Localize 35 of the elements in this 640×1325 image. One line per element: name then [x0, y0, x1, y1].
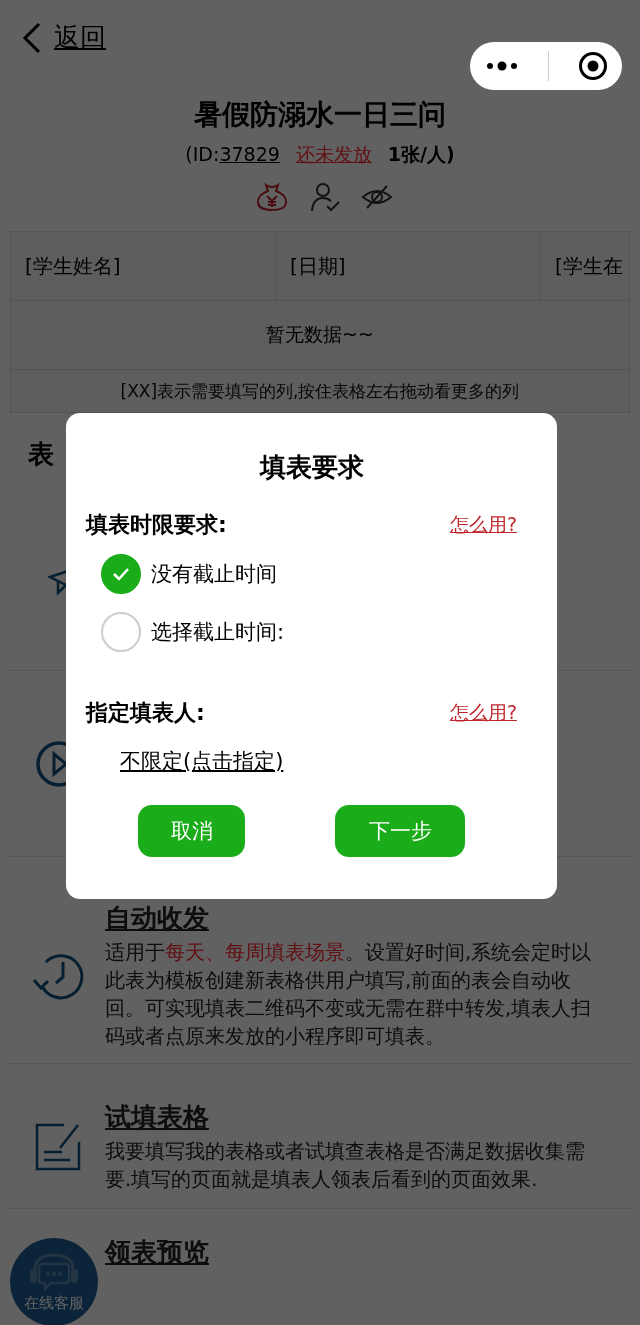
- option-label[interactable]: 选择截止时间:: [151, 618, 285, 646]
- assignee-heading: 指定填表人:: [86, 699, 205, 727]
- status-link[interactable]: 还未发放: [295, 143, 372, 165]
- empty-message: 暂无数据~~: [11, 300, 629, 369]
- form-id-link[interactable]: 37829: [219, 143, 280, 165]
- feature-title-link[interactable]: 领表预览: [105, 1235, 209, 1269]
- user-check-icon[interactable]: [309, 181, 341, 213]
- deadline-heading: 填表时限要求:: [86, 511, 227, 539]
- form-meta: (ID:37829 还未发放 1张/人): [184, 142, 456, 167]
- close-target-icon[interactable]: [577, 51, 608, 81]
- feature-title-link[interactable]: 试填表格: [105, 1100, 209, 1134]
- assignee-link[interactable]: 不限定(点击指定): [120, 747, 284, 775]
- column-header: [学生在: [554, 252, 624, 280]
- customer-service-button[interactable]: 在线客服: [10, 1238, 98, 1325]
- radio-button[interactable]: [101, 554, 141, 594]
- edit-form-icon[interactable]: [33, 1122, 82, 1172]
- money-bag-icon[interactable]: [255, 182, 289, 212]
- column-header: [学生姓名]: [11, 232, 276, 300]
- feature-description: 适用于每天、每周填表场景。设置好时间,系统会定时以此表为模板创建新表格供用户填写,前面的表会自动收回。可实现填表二维码不变或无需在群中转发,填表人扫码或者点原来发放的小程序即可填表。: [105, 940, 593, 1050]
- section-heading: 表: [28, 438, 55, 471]
- next-button[interactable]: 下一步: [335, 805, 465, 857]
- cancel-button[interactable]: 取消: [138, 805, 245, 857]
- headset-chat-icon: [27, 1251, 81, 1294]
- back-link[interactable]: 返回: [22, 20, 106, 55]
- hidden-eye-icon[interactable]: [361, 184, 393, 210]
- dialog-title: 填表要求: [258, 451, 365, 484]
- help-link[interactable]: 怎么用?: [449, 512, 517, 538]
- option-label[interactable]: 没有截止时间: [151, 560, 277, 588]
- form-title: 暑假防溺水一日三问: [193, 97, 447, 133]
- feature-description: 我要填写我的表格或者试填查表格是否满足数据收集需要.填写的页面就是填表人领表后看到的页面效果.: [105, 1139, 586, 1193]
- feature-title-link[interactable]: 自动收发: [105, 901, 209, 935]
- column-header: [日期]: [276, 232, 541, 300]
- table-hint: [XX]表示需要填写的列,按住表格左右拖动看更多的列: [11, 369, 629, 412]
- radio-button[interactable]: [101, 612, 141, 652]
- help-link[interactable]: 怎么用?: [449, 700, 517, 726]
